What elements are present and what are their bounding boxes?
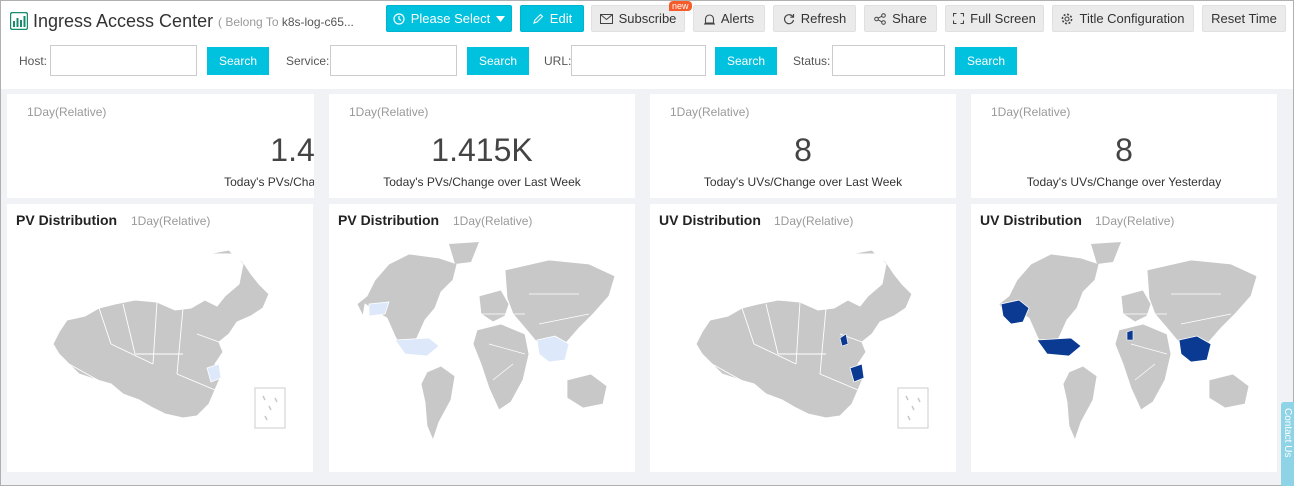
- expand-icon: [953, 13, 965, 24]
- stat-range: 1Day(Relative): [670, 105, 750, 119]
- map-card: UV Distribution 1Day(Relative): [971, 204, 1277, 472]
- title-configuration-label: Title Configuration: [1079, 11, 1185, 26]
- host-input[interactable]: [50, 45, 197, 76]
- share-icon: [874, 12, 886, 25]
- gear-icon: [1062, 13, 1073, 24]
- service-input[interactable]: [330, 45, 457, 76]
- host-label: Host:: [19, 54, 48, 68]
- service-search-button[interactable]: Search: [467, 47, 529, 75]
- stat-value: 8: [1115, 132, 1133, 168]
- dashboard-logo-icon: [10, 12, 28, 30]
- url-input[interactable]: [571, 45, 706, 76]
- belong-prefix: ( Belong To: [218, 15, 279, 29]
- stat-value: 1.415K: [431, 132, 533, 168]
- dashboard-header: Ingress Access Center ( Belong To k8s-lo…: [1, 1, 1293, 89]
- alerts-label: Alerts: [720, 11, 755, 26]
- time-select-button[interactable]: Please Select: [386, 5, 512, 32]
- dashboard-frame: Ingress Access Center ( Belong To k8s-lo…: [0, 0, 1294, 486]
- china-map[interactable]: [650, 204, 956, 472]
- world-map[interactable]: [329, 204, 635, 472]
- contact-us-label: Contact Us: [1282, 408, 1293, 458]
- refresh-label: Refresh: [800, 11, 847, 26]
- stat-range: 1Day(Relative): [349, 105, 429, 119]
- reset-time-label: Reset Time: [1211, 11, 1277, 26]
- status-search-button[interactable]: Search: [955, 47, 1017, 75]
- url-search-button[interactable]: Search: [715, 47, 777, 75]
- subscribe-label: Subscribe: [618, 11, 677, 26]
- stat-card: 1Day(Relative) 8 Today's UVs/Change over…: [971, 94, 1277, 198]
- edit-button[interactable]: Edit: [520, 5, 584, 32]
- status-input[interactable]: [832, 45, 945, 76]
- stat-range: 1Day(Relative): [27, 105, 107, 119]
- stat-caption: Today's PVs/Change over Last Week: [383, 175, 581, 189]
- edit-label: Edit: [549, 11, 573, 26]
- page-title: Ingress Access Center: [33, 11, 214, 31]
- stat-range: 1Day(Relative): [991, 105, 1071, 119]
- time-select-label: Please Select: [410, 11, 491, 26]
- map-card: PV Distribution 1Day(Relative): [7, 204, 313, 472]
- map-card: PV Distribution 1Day(Relative): [329, 204, 635, 472]
- new-badge: new: [669, 1, 692, 11]
- pencil-icon: [532, 13, 544, 24]
- full-screen-label: Full Screen: [970, 11, 1036, 26]
- status-label: Status:: [793, 54, 831, 68]
- url-label: URL:: [544, 54, 572, 68]
- map-card: UV Distribution 1Day(Relative): [650, 204, 956, 472]
- share-label: Share: [892, 11, 927, 26]
- share-button[interactable]: Share: [864, 5, 937, 32]
- project-info: ( Belong To k8s-log-c65...: [218, 15, 354, 29]
- reset-time-button[interactable]: Reset Time: [1202, 5, 1286, 32]
- refresh-icon: [783, 13, 794, 24]
- clock-icon: [393, 12, 405, 25]
- card-gap: [314, 94, 329, 198]
- mail-icon: [599, 13, 613, 24]
- stat-caption: Today's UVs/Change over Yesterday: [1026, 175, 1222, 189]
- alerts-button[interactable]: Alerts: [693, 5, 765, 32]
- host-search-button[interactable]: Search: [207, 47, 269, 75]
- china-map[interactable]: [7, 204, 313, 472]
- stat-value: 8: [794, 132, 812, 168]
- alarm-icon: [703, 13, 715, 25]
- stat-caption: Today's UVs/Change over Last Week: [703, 175, 903, 189]
- stat-card: 1Day(Relative) 1.415K Today's PVs/Change…: [329, 94, 635, 198]
- caret-down-icon: [496, 15, 506, 22]
- service-label: Service:: [286, 54, 330, 68]
- world-map[interactable]: [971, 204, 1277, 472]
- full-screen-button[interactable]: Full Screen: [945, 5, 1044, 32]
- contact-us-tab[interactable]: Contact Us: [1281, 402, 1294, 486]
- title-configuration-button[interactable]: Title Configuration: [1052, 5, 1194, 32]
- stat-card: 1Day(Relative) 8 Today's UVs/Change over…: [650, 94, 956, 198]
- project-name[interactable]: k8s-log-c65...: [282, 15, 354, 29]
- refresh-button[interactable]: Refresh: [773, 5, 856, 32]
